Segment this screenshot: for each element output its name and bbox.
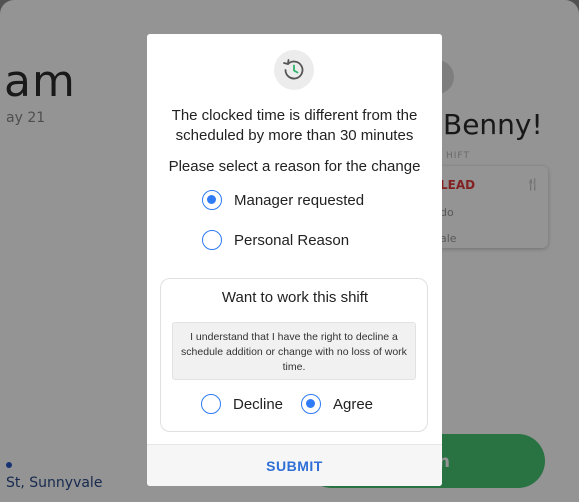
shift-consent-title: Want to work this shift bbox=[221, 289, 369, 306]
shift-consent-card: Want to work this shift I understand tha… bbox=[160, 278, 428, 432]
radio-unselected[interactable] bbox=[202, 230, 222, 250]
reason-option-personal-reason[interactable]: Personal Reason bbox=[202, 230, 349, 250]
radio-selected[interactable] bbox=[301, 394, 321, 414]
reason-option-label: Personal Reason bbox=[234, 231, 350, 249]
consent-notice: I understand that I have the right to de… bbox=[172, 322, 416, 380]
reason-option-manager-requested[interactable]: Manager requested bbox=[202, 190, 364, 210]
dialog-prompt: Please select a reason for the change bbox=[168, 158, 421, 175]
reason-option-label: Manager requested bbox=[234, 191, 365, 209]
submit-button[interactable]: SUBMIT bbox=[147, 445, 442, 486]
agree-option[interactable]: Agree bbox=[301, 394, 373, 414]
radio-unselected[interactable] bbox=[201, 394, 221, 414]
agree-label: Agree bbox=[333, 395, 374, 413]
dialog-message-line-1: The clocked time is different from the bbox=[171, 107, 418, 124]
reason-dialog: The clocked time is different from the s… bbox=[147, 34, 442, 486]
dialog-message-line-2: scheduled by more than 30 minutes bbox=[175, 127, 414, 144]
decline-option[interactable]: Decline bbox=[201, 394, 283, 414]
decline-label: Decline bbox=[233, 395, 284, 413]
radio-selected[interactable] bbox=[202, 190, 222, 210]
history-clock-icon bbox=[274, 50, 314, 90]
